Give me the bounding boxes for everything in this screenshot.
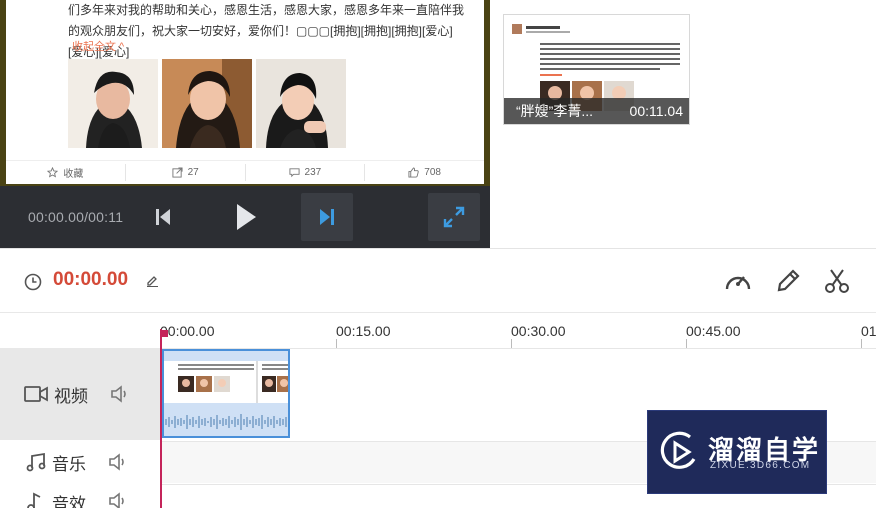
ruler-label-30: 00:30.00 — [511, 323, 566, 339]
share-action: 27 — [126, 164, 246, 181]
post-text: 们多年来对我的帮助和关心，感恩生活，感恩大家，感恩多年来一直陪伴我的观众朋友们，… — [68, 3, 465, 59]
thumbs-up-icon — [408, 167, 419, 178]
pencil-icon[interactable] — [774, 267, 802, 295]
post-photo-3 — [256, 59, 346, 148]
speaker-icon[interactable] — [108, 492, 128, 508]
skip-forward-button[interactable] — [301, 193, 353, 241]
sfx-track-label: 音效 — [52, 495, 86, 508]
ruler-label-0: 00:00.00 — [160, 323, 215, 339]
track-header-video[interactable]: 视频 — [0, 348, 160, 440]
preview-player: 们多年来对我的帮助和关心，感恩生活，感恩大家，感恩多年来一直陪伴我的观众朋友们，… — [0, 0, 490, 248]
timeline-toolbar: 00:00.00 — [0, 248, 876, 312]
like-count: 708 — [424, 167, 441, 178]
play-button[interactable] — [228, 198, 264, 236]
skip-start-icon — [156, 209, 170, 225]
track-header-sfx[interactable]: 音效 — [0, 484, 160, 508]
favorite-action: 收藏 — [6, 164, 126, 181]
playhead[interactable] — [160, 329, 162, 508]
sound-effect-icon — [27, 492, 41, 508]
video-clip[interactable] — [162, 349, 290, 438]
collapse-text-link: 收起全文 ^ — [72, 41, 125, 53]
video-camera-icon — [24, 386, 48, 402]
media-clip-thumbnail[interactable]: “胖嫂”李菁... 00:11.04 — [503, 14, 690, 125]
music-note-icon — [26, 452, 46, 472]
ruler-label-45: 00:45.00 — [686, 323, 741, 339]
preview-frame: 们多年来对我的帮助和关心，感恩生活，感恩大家，感恩多年来一直陪伴我的观众朋友们，… — [0, 0, 490, 186]
thumbnail-caption: “胖嫂”李菁... 00:11.04 — [504, 98, 689, 124]
speed-gauge-icon[interactable] — [723, 267, 753, 295]
weibo-post-preview: 们多年来对我的帮助和关心，感恩生活，感恩大家，感恩多年来一直陪伴我的观众朋友们，… — [6, 0, 484, 184]
comment-count: 237 — [304, 167, 322, 178]
fullscreen-button[interactable] — [428, 193, 480, 241]
music-track-label: 音乐 — [52, 454, 86, 474]
timeline-ruler[interactable]: 00:00.00 00:15.00 00:30.00 00:45.00 01 — [0, 312, 876, 349]
clock-icon — [24, 273, 42, 291]
edit-time-icon[interactable] — [146, 274, 159, 287]
post-photo-1 — [68, 59, 158, 148]
like-action: 708 — [365, 164, 484, 181]
comment-action: 237 — [246, 164, 366, 181]
clip-title: “胖嫂”李菁... — [516, 103, 593, 119]
skip-back-button[interactable] — [148, 202, 178, 232]
comment-icon — [288, 168, 300, 178]
post-action-bar: 收藏 27 237 708 — [6, 160, 484, 184]
share-icon — [172, 167, 183, 178]
skip-end-icon — [320, 209, 334, 225]
video-track-label: 视频 — [54, 386, 88, 406]
star-icon — [47, 167, 59, 178]
audio-waveform — [165, 414, 287, 430]
clip-frame-strip — [164, 361, 288, 403]
ruler-label-15: 00:15.00 — [336, 323, 391, 339]
clip-duration: 00:11.04 — [629, 103, 683, 119]
video-editor: 们多年来对我的帮助和关心，感恩生活，感恩大家，感恩多年来一直陪伴我的观众朋友们，… — [0, 0, 876, 508]
player-controls: 00:00.00/00:11 — [0, 186, 490, 248]
speaker-icon[interactable] — [108, 453, 128, 471]
play-icon — [237, 204, 256, 230]
post-photo-2 — [162, 59, 252, 148]
expand-icon — [443, 206, 465, 228]
current-time: 00:00.00 — [53, 269, 129, 290]
playhead-handle[interactable] — [160, 330, 168, 337]
favorite-label: 收藏 — [63, 169, 84, 180]
post-photos — [68, 59, 346, 148]
play-logo-icon — [660, 431, 696, 469]
track-header-music[interactable]: 音乐 — [0, 441, 160, 483]
player-time-display: 00:00.00/00:11 — [28, 209, 124, 225]
share-count: 27 — [187, 167, 199, 178]
watermark-url: ZIXUE.3D66.COM — [710, 460, 811, 471]
watermark-logo: 溜溜自学 ZIXUE.3D66.COM — [647, 410, 827, 494]
speaker-icon[interactable] — [110, 385, 130, 403]
ruler-label-60: 01 — [861, 323, 876, 339]
scissors-icon[interactable] — [823, 267, 851, 295]
